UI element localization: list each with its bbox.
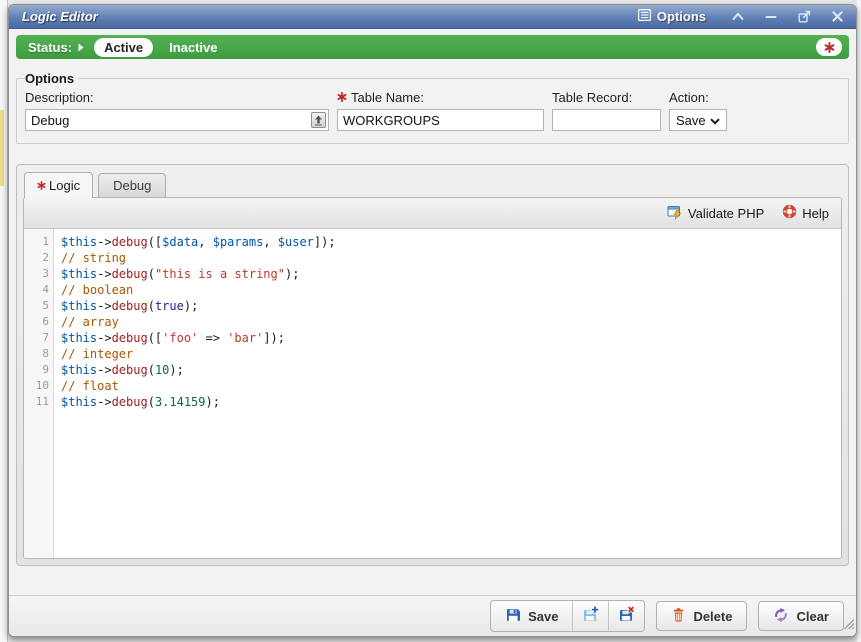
description-label: Description: bbox=[25, 90, 329, 105]
code-line: // boolean bbox=[61, 282, 841, 298]
save-button-group: Save bbox=[490, 600, 645, 632]
close-button[interactable] bbox=[828, 9, 846, 25]
required-indicator-badge bbox=[816, 38, 842, 56]
options-legend: Options bbox=[25, 71, 78, 86]
footer-toolbar: Save Delete bbox=[9, 595, 856, 636]
clear-refresh-icon bbox=[773, 607, 789, 626]
help-lifebuoy-icon bbox=[782, 204, 797, 222]
clear-button[interactable]: Clear bbox=[758, 601, 844, 631]
editor-toolbar: Validate PHP Help bbox=[24, 198, 841, 229]
options-panel: Options Description: bbox=[16, 71, 849, 144]
save-close-button[interactable] bbox=[608, 601, 644, 631]
code-line: $this->debug(10); bbox=[61, 362, 841, 378]
tab-logic-label: Logic bbox=[49, 178, 80, 193]
validate-php-button[interactable]: Validate PHP bbox=[667, 204, 764, 223]
table-record-label: Table Record: bbox=[552, 90, 661, 105]
line-number: 5 bbox=[24, 298, 49, 314]
line-number: 4 bbox=[24, 282, 49, 298]
line-number: 1 bbox=[24, 234, 49, 250]
options-menu-button[interactable]: Options bbox=[638, 9, 706, 24]
code-line: // integer bbox=[61, 346, 841, 362]
validate-php-label: Validate PHP bbox=[688, 206, 764, 221]
line-number: 11 bbox=[24, 394, 49, 410]
table-record-field: Table Record: bbox=[552, 90, 661, 131]
save-floppy-icon bbox=[505, 607, 521, 626]
code-editor[interactable]: 1234567891011 $this->debug([$data, $para… bbox=[24, 229, 841, 558]
line-number: 6 bbox=[24, 314, 49, 330]
titlebar-controls: Options bbox=[638, 9, 846, 25]
line-number: 8 bbox=[24, 346, 49, 362]
tab-debug[interactable]: Debug bbox=[98, 173, 166, 197]
table-name-input[interactable] bbox=[337, 109, 544, 131]
code-line: // string bbox=[61, 250, 841, 266]
options-menu-label: Options bbox=[657, 9, 706, 24]
minimize-button[interactable] bbox=[762, 9, 780, 25]
code-line: $this->debug(3.14159); bbox=[61, 394, 841, 410]
action-select-value: Save bbox=[676, 113, 706, 128]
code-line: // float bbox=[61, 378, 841, 394]
code-editor-box: Validate PHP Help 1234567891011 $this->d… bbox=[23, 197, 842, 559]
save-new-button[interactable] bbox=[572, 601, 608, 631]
clear-button-label: Clear bbox=[796, 609, 829, 624]
code-line: $this->debug(true); bbox=[61, 298, 841, 314]
save-button[interactable]: Save bbox=[491, 601, 572, 631]
status-label: Status: bbox=[28, 40, 72, 55]
table-name-label: Table Name: bbox=[337, 90, 544, 105]
code-line: $this->debug([$data, $params, $user]); bbox=[61, 234, 841, 250]
help-button[interactable]: Help bbox=[782, 204, 829, 222]
logic-editor-window: Logic Editor Options bbox=[8, 4, 857, 637]
status-option-active[interactable]: Active bbox=[94, 38, 153, 57]
tab-logic[interactable]: Logic bbox=[24, 172, 93, 198]
line-number: 3 bbox=[24, 266, 49, 282]
line-number: 7 bbox=[24, 330, 49, 346]
save-new-floppy-plus-icon bbox=[582, 606, 599, 626]
save-button-label: Save bbox=[528, 609, 558, 624]
action-label: Action: bbox=[669, 90, 727, 105]
background-accent-strip bbox=[0, 110, 4, 186]
status-option-inactive[interactable]: Inactive bbox=[159, 38, 227, 57]
list-icon bbox=[638, 9, 651, 24]
screen: Logic Editor Options bbox=[0, 0, 861, 642]
popout-button[interactable] bbox=[795, 9, 813, 25]
expand-editor-icon[interactable] bbox=[311, 112, 326, 128]
options-fields-row: Description: Table Name: bbox=[25, 90, 840, 131]
delete-button-label: Delete bbox=[693, 609, 732, 624]
code-gutter: 1234567891011 bbox=[24, 229, 54, 558]
line-number: 9 bbox=[24, 362, 49, 378]
line-number: 2 bbox=[24, 250, 49, 266]
tab-debug-label: Debug bbox=[113, 178, 151, 193]
line-number: 10 bbox=[24, 378, 49, 394]
action-field: Action: Save bbox=[669, 90, 727, 131]
action-select[interactable]: Save bbox=[669, 109, 727, 131]
code-line: $this->debug("this is a string"); bbox=[61, 266, 841, 282]
code-line: $this->debug(['foo' => 'bar']); bbox=[61, 330, 841, 346]
editor-tabstrip: Logic Debug bbox=[23, 165, 842, 197]
help-label: Help bbox=[802, 206, 829, 221]
save-close-floppy-x-icon bbox=[618, 606, 635, 626]
code-line: // array bbox=[61, 314, 841, 330]
validate-php-icon bbox=[667, 204, 683, 223]
required-asterisk-icon bbox=[337, 90, 347, 105]
required-asterisk-icon bbox=[37, 178, 46, 193]
window-title: Logic Editor bbox=[22, 9, 638, 24]
description-field: Description: bbox=[25, 90, 329, 131]
background-page-edge bbox=[0, 0, 8, 642]
delete-button[interactable]: Delete bbox=[656, 601, 747, 631]
chevron-down-icon bbox=[710, 113, 720, 128]
titlebar[interactable]: Logic Editor Options bbox=[9, 5, 856, 29]
status-bar: Status: Active Inactive bbox=[16, 35, 849, 59]
delete-trash-icon bbox=[671, 607, 686, 626]
collapse-button[interactable] bbox=[729, 9, 747, 25]
description-input[interactable] bbox=[25, 109, 329, 131]
table-record-input[interactable] bbox=[552, 109, 661, 131]
resize-grip[interactable] bbox=[842, 616, 854, 634]
background-page-edge-right bbox=[857, 0, 861, 642]
code-lines[interactable]: $this->debug([$data, $params, $user]);//… bbox=[54, 229, 841, 558]
editor-panel: Logic Debug Validate PHP bbox=[16, 164, 849, 566]
status-arrow-icon bbox=[78, 43, 84, 52]
table-name-field: Table Name: bbox=[337, 90, 544, 131]
